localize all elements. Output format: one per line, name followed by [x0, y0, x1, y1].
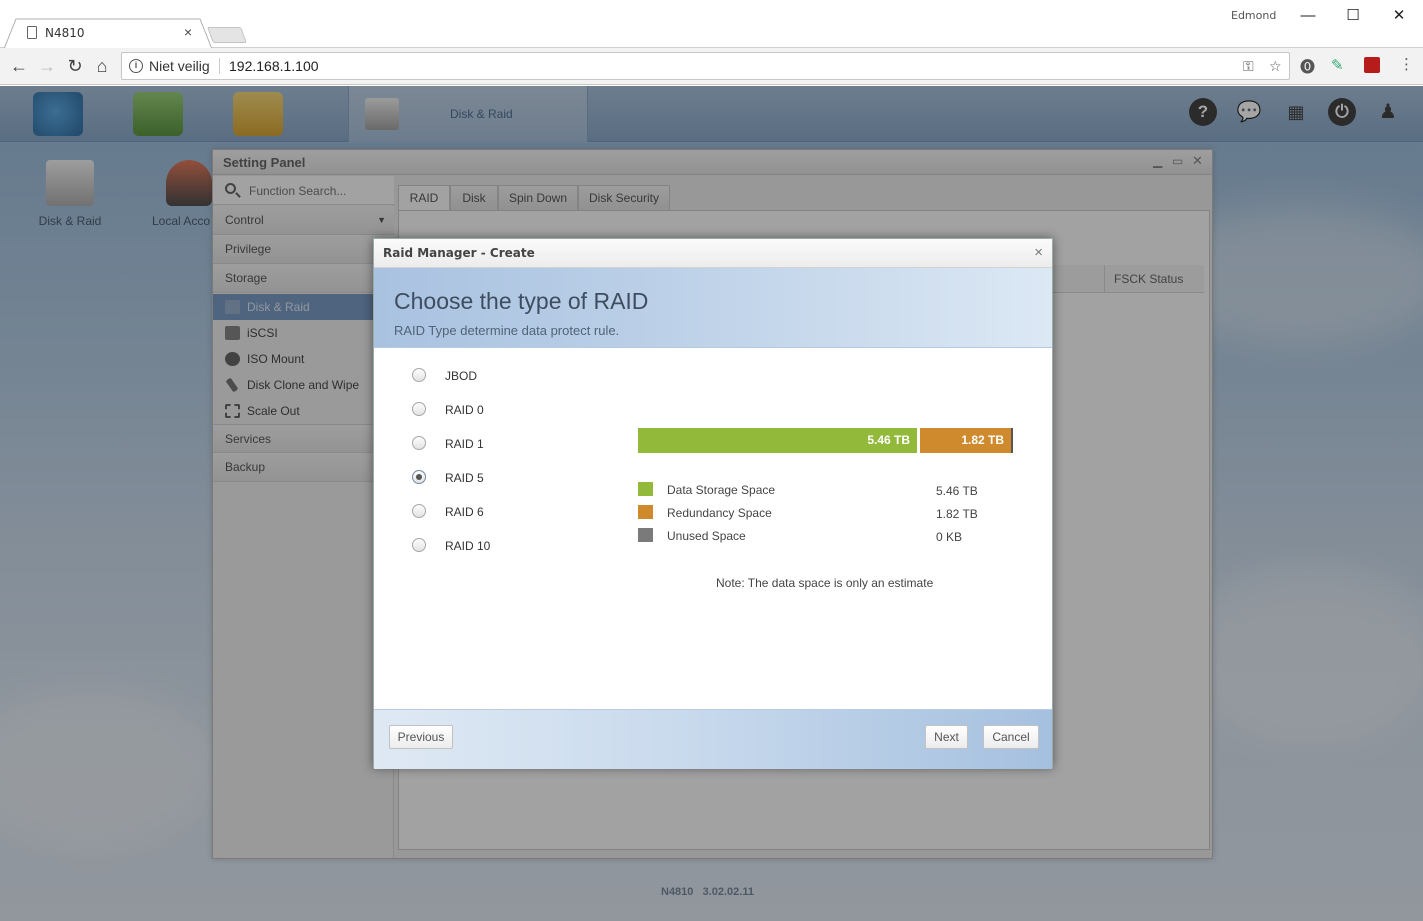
tab-title: N4810	[45, 26, 85, 40]
raid-option-label: RAID 5	[445, 471, 484, 485]
close-window-icon[interactable]: ✕	[1384, 6, 1414, 26]
data-space-segment: 5.46 TB	[638, 428, 917, 453]
raid-option-label: JBOD	[445, 369, 478, 383]
back-icon[interactable]: ←	[8, 55, 30, 77]
legend-value: 5.46 TB	[936, 484, 978, 498]
reload-icon[interactable]: ↻	[64, 55, 86, 77]
profile-name[interactable]: Edmond	[1231, 9, 1276, 22]
security-label[interactable]: Niet veilig	[149, 58, 210, 74]
maximize-icon[interactable]: ☐	[1338, 6, 1368, 26]
next-button[interactable]: Next	[925, 725, 968, 749]
legend-swatch	[638, 505, 653, 519]
raid-option-label: RAID 10	[445, 539, 491, 553]
key-icon[interactable]: ⚿	[1243, 58, 1254, 75]
dialog-footer: Previous Next Cancel	[374, 709, 1052, 769]
raid-option-label: RAID 1	[445, 437, 484, 451]
pdf-extension-icon[interactable]	[1364, 57, 1380, 73]
tab-close-icon[interactable]: ×	[184, 24, 192, 40]
dialog-banner: Choose the type of RAID RAID Type determ…	[374, 268, 1052, 348]
cancel-button[interactable]: Cancel	[983, 725, 1039, 749]
dialog-subheading: RAID Type determine data protect rule.	[394, 323, 620, 338]
radio-button[interactable]	[412, 538, 426, 552]
dialog-close-icon[interactable]: ×	[1034, 244, 1043, 261]
capacity-bar-end	[1011, 428, 1013, 453]
home-icon[interactable]: ⌂	[91, 55, 113, 77]
legend-label: Unused Space	[667, 529, 746, 543]
estimate-note: Note: The data space is only an estimate	[716, 576, 934, 590]
radio-button-selected[interactable]	[412, 470, 426, 484]
raid-option-label: RAID 6	[445, 505, 484, 519]
info-icon[interactable]: i	[129, 59, 143, 73]
legend-swatch	[638, 528, 653, 542]
address-bar[interactable]: i Niet veilig 192.168.1.100 ⚿ ☆	[121, 52, 1290, 80]
omnibox-divider	[219, 58, 220, 74]
extension-icon[interactable]: ⓿	[1300, 56, 1315, 77]
bookmark-star-icon[interactable]: ☆	[1269, 58, 1282, 75]
radio-button[interactable]	[412, 436, 426, 450]
legend-swatch	[638, 482, 653, 496]
legend-value: 1.82 TB	[936, 507, 978, 521]
redundancy-space-segment: 1.82 TB	[920, 428, 1011, 453]
radio-button[interactable]	[412, 504, 426, 518]
new-tab-button[interactable]	[207, 27, 247, 43]
forward-icon[interactable]: →	[36, 55, 58, 77]
radio-button[interactable]	[412, 368, 426, 382]
raid-option-label: RAID 0	[445, 403, 484, 417]
page-icon	[27, 26, 37, 39]
capacity-bar: 5.46 TB 1.82 TB	[638, 428, 1016, 453]
dialog-title: Raid Manager - Create	[383, 246, 535, 260]
legend-label: Data Storage Space	[667, 483, 776, 497]
legend-label: Redundancy Space	[667, 506, 772, 520]
url-text[interactable]: 192.168.1.100	[229, 58, 319, 74]
minimize-icon[interactable]: —	[1293, 6, 1323, 26]
dialog-header: Raid Manager - Create ×	[374, 239, 1052, 268]
radio-button[interactable]	[412, 402, 426, 416]
browser-tab-strip: N4810 × Edmond — ☐ ✕	[0, 0, 1423, 49]
browser-toolbar: ← → ↻ ⌂ i Niet veilig 192.168.1.100 ⚿ ☆ …	[0, 48, 1423, 85]
menu-icon[interactable]: ⋮	[1399, 55, 1414, 73]
raid-manager-dialog: Raid Manager - Create × Choose the type …	[373, 238, 1053, 769]
previous-button[interactable]: Previous	[389, 725, 453, 749]
extension-badge-icon[interactable]: ✎	[1331, 56, 1344, 74]
legend-value: 0 KB	[936, 530, 963, 544]
dialog-heading: Choose the type of RAID	[394, 288, 649, 314]
